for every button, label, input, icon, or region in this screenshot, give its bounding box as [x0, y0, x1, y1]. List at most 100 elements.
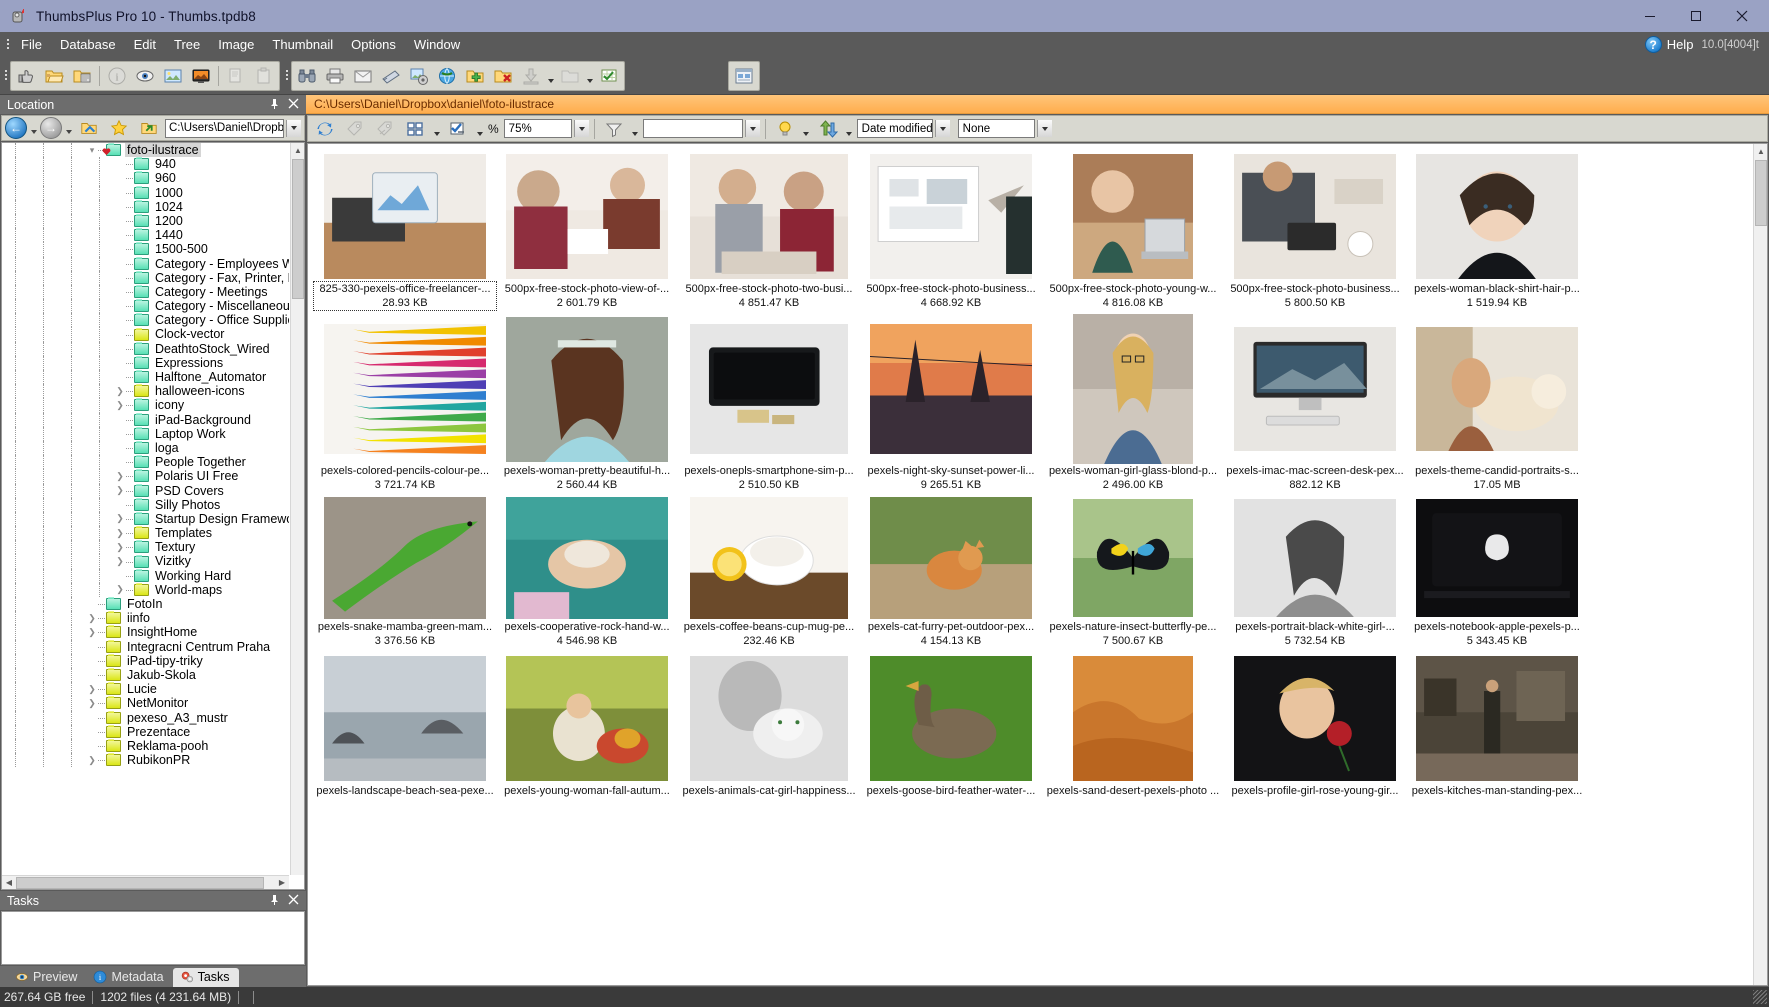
tree-item[interactable]: ❯ Lucie — [2, 682, 289, 697]
thumbnail-cell[interactable]: pexels-woman-girl-glass-blond-p... 2 496.… — [1042, 314, 1224, 492]
select-check-icon[interactable] — [445, 116, 471, 142]
thumbnail-cell[interactable]: pexels-night-sky-sunset-power-li... 9 265… — [860, 314, 1042, 492]
copy-icon[interactable] — [223, 63, 249, 89]
location-pin-icon[interactable] — [269, 98, 280, 112]
tree-item[interactable]: Integracni Centrum Praha — [2, 639, 289, 654]
tab-preview[interactable]: Preview — [8, 968, 86, 987]
thumbnail-view[interactable]: 825-330-pexels-office-freelancer-... 28.9… — [307, 143, 1768, 986]
chevron-right-icon[interactable]: ❯ — [114, 556, 126, 567]
tree-item[interactable]: 1440 — [2, 228, 289, 243]
thumbnail-cell[interactable]: pexels-snake-mamba-green-mam... 3 376.56 … — [314, 496, 496, 648]
toolbar-grip-1[interactable] — [2, 67, 10, 85]
toolbar-grip-2[interactable] — [283, 67, 291, 85]
tree-item[interactable]: ❯ icony — [2, 398, 289, 413]
thumbnail-cell[interactable]: pexels-portrait-black-white-girl-... 5 73… — [1224, 496, 1406, 648]
filter-dropdown-toggle-icon[interactable] — [744, 120, 760, 137]
thumbnail-cell[interactable]: 500px-free-stock-photo-young-w... 4 816.0… — [1042, 150, 1224, 310]
chevron-right-icon[interactable]: ❯ — [114, 400, 126, 411]
thumbnail-cell[interactable]: pexels-colored-pencils-colour-pe... 3 721… — [314, 314, 496, 492]
gallery-icon[interactable] — [160, 63, 186, 89]
resize-grip[interactable] — [1753, 990, 1767, 1004]
tree-item[interactable]: ❯ Startup Design Framework — [2, 511, 289, 527]
chevron-right-icon[interactable]: ❯ — [114, 542, 126, 553]
chevron-right-icon[interactable]: ❯ — [86, 684, 98, 695]
tree-item[interactable]: Category - Employees Worki — [2, 256, 289, 271]
chevron-right-icon[interactable]: ❯ — [114, 513, 126, 524]
location-path-dropdown-icon[interactable] — [286, 119, 301, 137]
thumbnail-image[interactable] — [314, 652, 496, 784]
thumbnail-image[interactable] — [1406, 314, 1588, 464]
folder-up-icon[interactable] — [76, 115, 102, 141]
thumbnail-image[interactable] — [860, 652, 1042, 784]
tree-item[interactable]: 1024 — [2, 199, 289, 215]
help-button[interactable]: ? Help — [1644, 36, 1693, 53]
thumbnail-cell[interactable]: pexels-woman-black-shirt-hair-p... 1 519.… — [1406, 150, 1588, 310]
thumbnail-image[interactable] — [314, 496, 496, 620]
tree-item[interactable]: Working Hard — [2, 568, 289, 584]
tasks-list[interactable] — [1, 911, 305, 965]
chevron-right-icon[interactable]: ❯ — [86, 755, 98, 766]
paste-icon[interactable] — [251, 63, 277, 89]
chevron-right-icon[interactable]: ❯ — [114, 528, 126, 539]
lightbulb-dropdown-arrow-icon[interactable] — [801, 116, 812, 142]
tree-item[interactable]: ❯ iinfo — [2, 611, 289, 626]
tree-item[interactable]: ❯ InsightHome — [2, 625, 289, 640]
tree-item[interactable]: Reklama-pooh — [2, 738, 289, 754]
menu-tree[interactable]: Tree — [165, 34, 209, 55]
tree-vscroll-thumb[interactable] — [292, 159, 304, 299]
thumbnail-cell[interactable]: pexels-profile-girl-rose-young-gir... — [1224, 652, 1406, 798]
location-close-icon[interactable] — [288, 98, 299, 111]
thumbnail-image[interactable] — [678, 314, 860, 464]
thumbnail-image[interactable] — [1042, 150, 1224, 282]
folder-go-icon[interactable] — [136, 115, 162, 141]
thumbnail-image[interactable] — [314, 314, 496, 464]
tree-scroll-right-icon[interactable]: ▶ — [275, 876, 289, 890]
thumbnail-image[interactable] — [1406, 652, 1588, 784]
menu-database[interactable]: Database — [51, 34, 125, 55]
tree-item[interactable]: ❯ World-maps — [2, 582, 289, 598]
tree-item[interactable]: ❯ Vizitky — [2, 554, 289, 569]
tree-item[interactable]: iPad-tipy-triky — [2, 653, 289, 669]
sort-dropdown-arrow-icon[interactable] — [844, 116, 855, 142]
folder-delete-icon[interactable] — [490, 63, 516, 89]
tasks-close-icon[interactable] — [288, 894, 299, 907]
email-icon[interactable] — [350, 63, 376, 89]
menu-image[interactable]: Image — [209, 34, 263, 55]
tree-item[interactable]: Category - Meetings — [2, 284, 289, 300]
group-field-combo[interactable]: None — [957, 119, 1035, 138]
thumbnail-cell[interactable]: pexels-landscape-beach-sea-pexe... — [314, 652, 496, 798]
menu-edit[interactable]: Edit — [125, 34, 165, 55]
tree-horizontal-scrollbar[interactable]: ◀ ▶ — [2, 875, 289, 889]
thumbnail-image[interactable] — [678, 652, 860, 784]
tree-item[interactable]: ❯ Templates — [2, 526, 289, 541]
thumbnail-cell[interactable]: pexels-cat-furry-pet-outdoor-pex... 4 154… — [860, 496, 1042, 648]
thumbnail-cell[interactable]: pexels-sand-desert-pexels-photo ... — [1042, 652, 1224, 798]
thumbnail-cell[interactable]: pexels-imac-mac-screen-desk-pex... 882.12… — [1224, 314, 1406, 492]
chevron-right-icon[interactable]: ❯ — [86, 698, 98, 709]
thumbnail-image[interactable] — [1224, 150, 1406, 282]
refresh-icon[interactable] — [312, 116, 338, 142]
tab-metadata[interactable]: i Metadata — [86, 968, 172, 987]
tree-item[interactable]: loga — [2, 440, 289, 456]
close-button[interactable] — [1719, 0, 1765, 32]
binoculars-icon[interactable] — [294, 63, 320, 89]
batch-icon[interactable] — [406, 63, 432, 89]
download-icon[interactable] — [518, 63, 544, 89]
folder-add-icon[interactable] — [462, 63, 488, 89]
tree-item[interactable]: Silly Photos — [2, 497, 289, 513]
filter-icon[interactable] — [601, 116, 627, 142]
layout-dropdown-arrow-icon[interactable] — [431, 116, 442, 142]
thumbnail-cell[interactable]: pexels-young-woman-fall-autum... — [496, 652, 678, 798]
minimize-button[interactable] — [1627, 0, 1673, 32]
tree-item[interactable]: 1200 — [2, 213, 289, 229]
tag-icon[interactable] — [342, 116, 368, 142]
thumbnail-image[interactable] — [496, 496, 678, 620]
select-dropdown-arrow-icon[interactable] — [474, 116, 485, 142]
thumbnail-cell[interactable]: pexels-theme-candid-portraits-s... 17.05 … — [1406, 314, 1588, 492]
thumbnail-cell[interactable]: pexels-coffee-beans-cup-mug-pe... 232.46 … — [678, 496, 860, 648]
tasks-pin-icon[interactable] — [269, 894, 280, 908]
thumbnail-cell[interactable]: pexels-kitches-man-standing-pex... — [1406, 652, 1588, 798]
tree-item[interactable]: ❯ RubikonPR — [2, 753, 289, 768]
tree-hscroll-thumb[interactable] — [16, 876, 264, 889]
thumbnail-image[interactable] — [1042, 496, 1224, 620]
